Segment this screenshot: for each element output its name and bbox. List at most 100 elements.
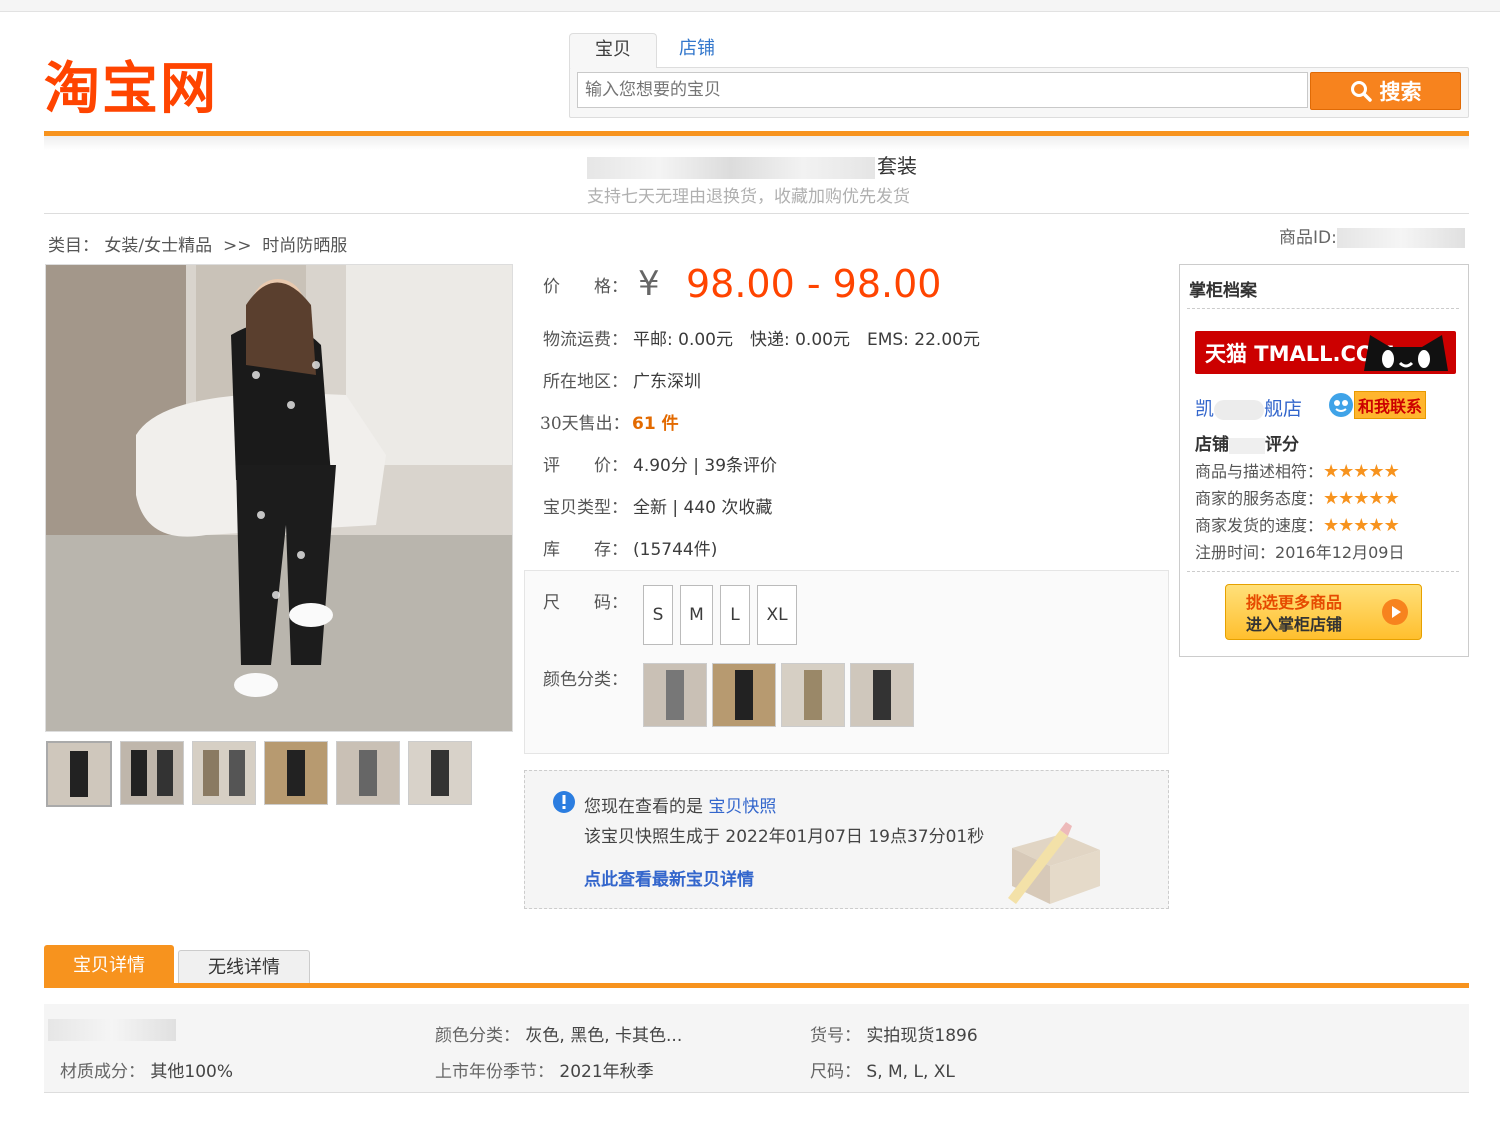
redacted-id [1336, 228, 1465, 248]
sold-value: 61 件 [632, 414, 679, 434]
size-option-m[interactable]: M [680, 585, 713, 645]
site-top-bar [0, 0, 1500, 12]
thumbnail-6[interactable] [408, 741, 472, 805]
attr-value: 实拍现货1896 [866, 1026, 978, 1046]
breadcrumb-category-1[interactable]: 女装/女士精品 [104, 236, 212, 256]
score-heading-prefix: 店铺 [1195, 435, 1229, 455]
thumbnail-3[interactable] [192, 741, 256, 805]
shop-name-prefix: 凯 [1195, 398, 1215, 420]
header-shadow [44, 136, 1469, 150]
price-value: 98.00 - 98.00 [686, 262, 942, 306]
enter-shop-line1: 挑选更多商品 [1246, 593, 1343, 612]
info-icon [553, 791, 575, 813]
rating-stars: ★★★★★ [1323, 488, 1400, 509]
arrow-right-icon [1382, 599, 1408, 625]
enter-shop-button[interactable]: 挑选更多商品 进入掌柜店铺 [1225, 584, 1422, 640]
thumbnail-1[interactable] [46, 741, 112, 807]
attr-value: 2021年秋季 [559, 1062, 654, 1082]
attr-label: 上市年份季节： [435, 1062, 554, 1082]
shop-card-title: 掌柜档案 [1189, 281, 1257, 301]
score-label: 商品与描述相符： [1195, 462, 1324, 481]
rating-stars: ★★★★★ [1323, 461, 1400, 482]
breadcrumb-separator: >> [222, 236, 252, 256]
attr-material: 材质成分： 其他100% [60, 1057, 233, 1082]
rating-label: 评 价： [543, 456, 628, 476]
product-title-suffix: 套装 [877, 154, 917, 178]
box-pencil-icon [1008, 822, 1100, 904]
item-id-label: 商品ID: [1279, 228, 1337, 248]
attr-season: 上市年份季节： 2021年秋季 [435, 1057, 654, 1082]
tab-wireless-detail[interactable]: 无线详情 [178, 950, 310, 984]
attr-value: S, M, L, XL [866, 1062, 955, 1082]
shipping-label: 物流运费： [543, 330, 628, 350]
size-option-s[interactable]: S [643, 585, 673, 645]
shop-score-heading: 店铺 评分 [1195, 430, 1299, 455]
rating-stars: ★★★★★ [1323, 515, 1400, 536]
tab-item-detail[interactable]: 宝贝详情 [44, 945, 174, 984]
divider [1187, 571, 1459, 572]
search-input[interactable] [577, 72, 1308, 108]
thumbnail-5[interactable] [336, 741, 400, 805]
thumbnail-2[interactable] [120, 741, 184, 805]
wangwang-icon [1329, 392, 1353, 417]
taobao-logo[interactable]: 淘宝网 [44, 44, 218, 125]
view-latest-link[interactable]: 点此查看最新宝贝详情 [584, 865, 754, 890]
score-heading-suffix: 评分 [1265, 435, 1299, 455]
color-option-gray[interactable] [643, 663, 707, 727]
stock-value: (15744件) [633, 540, 718, 560]
breadcrumb: 类目： 女装/女士精品 >> 时尚防晒服 [48, 231, 347, 256]
size-option-xl[interactable]: XL [757, 585, 797, 645]
color-option-khaki[interactable] [781, 663, 845, 727]
thumbnail-4[interactable] [264, 741, 328, 805]
register-label: 注册时间： [1195, 543, 1276, 562]
search-icon [1350, 81, 1372, 102]
register-value: 2016年12月09日 [1275, 543, 1405, 562]
redacted-text [48, 1019, 176, 1041]
attr-label: 材质成分： [60, 1062, 145, 1082]
product-main-image[interactable] [45, 264, 513, 732]
snapshot-line2: 该宝贝快照生成于 2022年01月07日 19点37分01秒 [584, 827, 985, 847]
attr-value: 其他100% [150, 1062, 234, 1082]
shop-name[interactable]: 凯 舰店 [1195, 394, 1302, 421]
breadcrumb-category-2[interactable]: 时尚防晒服 [262, 236, 347, 256]
score-row-delivery: 商家发货的速度：★★★★★ [1195, 512, 1400, 536]
redacted-text [1229, 437, 1265, 454]
tmall-logo[interactable]: 天猫 TMALL.COM [1195, 331, 1456, 374]
search-button[interactable]: 搜索 [1310, 72, 1461, 110]
sold-label: 30天售出： [540, 414, 630, 434]
search-button-label: 搜索 [1379, 80, 1422, 104]
color-option-4[interactable] [850, 663, 914, 727]
tab-underline [44, 983, 1469, 988]
redacted-text [587, 156, 875, 179]
contact-button[interactable]: 和我联系 [1328, 390, 1427, 419]
attr-sku: 货号： 实拍现货1896 [810, 1021, 978, 1046]
item-id: 商品ID: [1279, 223, 1465, 248]
size-option-l[interactable]: L [720, 585, 750, 645]
snapshot-line1-prefix: 您现在查看的是 [584, 797, 703, 817]
search-tab-items[interactable]: 宝贝 [569, 33, 657, 68]
location-value: 广东深圳 [633, 372, 701, 392]
product-title: 套装 [587, 150, 917, 179]
score-row-service: 商家的服务态度：★★★★★ [1195, 485, 1400, 509]
contact-label: 和我联系 [1354, 390, 1427, 419]
product-subtitle: 支持七天无理由退换货，收藏加购优先发货 [587, 187, 910, 207]
search-tab-shops[interactable]: 店铺 [661, 33, 733, 67]
attr-label: 尺码： [810, 1062, 861, 1082]
shop-name-suffix: 舰店 [1264, 398, 1303, 420]
snapshot-link[interactable]: 宝贝快照 [708, 797, 776, 817]
score-row-description: 商品与描述相符：★★★★★ [1195, 458, 1400, 482]
color-option-black[interactable] [712, 663, 776, 727]
price-label: 价 格： [543, 277, 628, 297]
rating-value[interactable]: 4.90分 | 39条评价 [633, 451, 777, 476]
attr-value: 灰色, 黑色, 卡其色... [525, 1026, 683, 1046]
tmall-cat-icon [1364, 335, 1448, 371]
register-time: 注册时间：2016年12月09日 [1195, 539, 1404, 563]
attr-color: 颜色分类： 灰色, 黑色, 卡其色... [435, 1021, 682, 1046]
divider [44, 213, 1469, 214]
score-label: 商家的服务态度： [1195, 489, 1324, 508]
type-label: 宝贝类型： [543, 498, 628, 518]
attr-label: 货号： [810, 1026, 861, 1046]
score-label: 商家发货的速度： [1195, 516, 1324, 535]
breadcrumb-label: 类目： [48, 236, 99, 256]
redacted-text [1214, 400, 1265, 420]
